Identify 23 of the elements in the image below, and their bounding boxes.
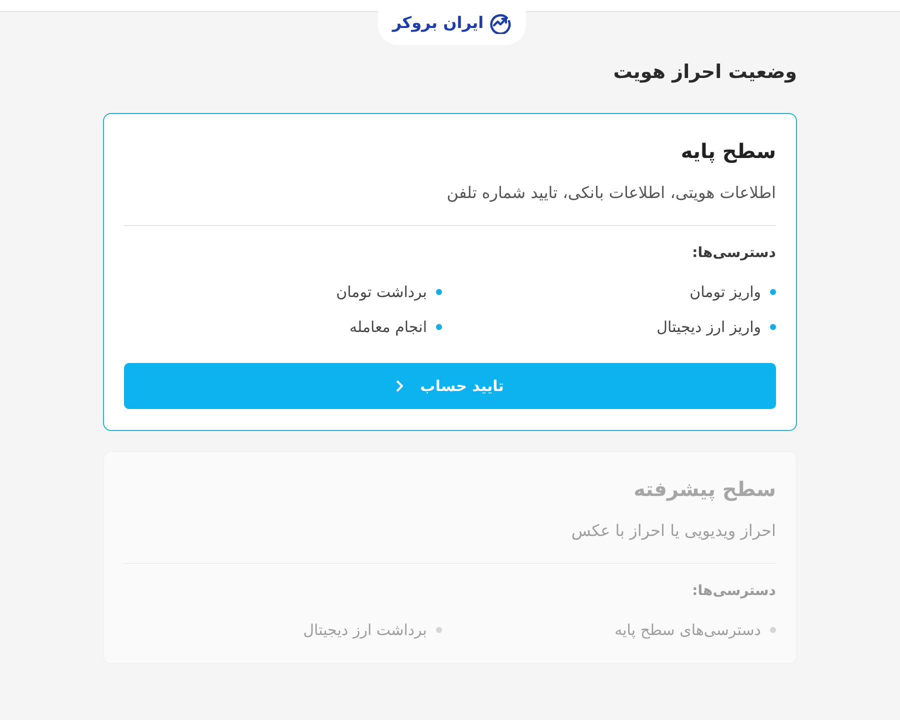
access-item: برداشت ارز دیجیتال [303, 620, 427, 641]
level-description: احراز ویدیویی یا احراز با عکس [570, 520, 776, 542]
bullet-icon [770, 324, 776, 330]
bullet-icon [770, 289, 776, 295]
level-title: سطح پیشرفته [632, 476, 776, 503]
bullet-icon [770, 627, 776, 633]
bullet-icon [436, 627, 442, 633]
access-item: دسترسی‌های سطح پایه [614, 620, 761, 641]
level-description: اطلاعات هویتی، اطلاعات بانکی، تایید شماره تلفن [446, 182, 776, 204]
bullet-icon [436, 324, 442, 330]
access-item: انجام معامله [349, 317, 427, 338]
access-item: واریز تومان [690, 282, 761, 303]
access-item: برداشت تومان [336, 282, 427, 303]
chevron-right-icon [396, 380, 404, 392]
logo-text: ایران بروکر [392, 12, 484, 34]
level-title: سطح پایه [680, 138, 776, 165]
access-label: دسترسی‌ها: [691, 244, 776, 263]
verify-account-button[interactable]: تایید حساب [124, 363, 776, 409]
bullet-icon [436, 289, 442, 295]
access-label: دسترسی‌ها: [691, 582, 776, 601]
access-item: واریز ارز دیجیتال [656, 317, 761, 338]
chart-trend-icon [488, 12, 511, 34]
page-title: وضعیت احراز هویت [612, 60, 797, 85]
